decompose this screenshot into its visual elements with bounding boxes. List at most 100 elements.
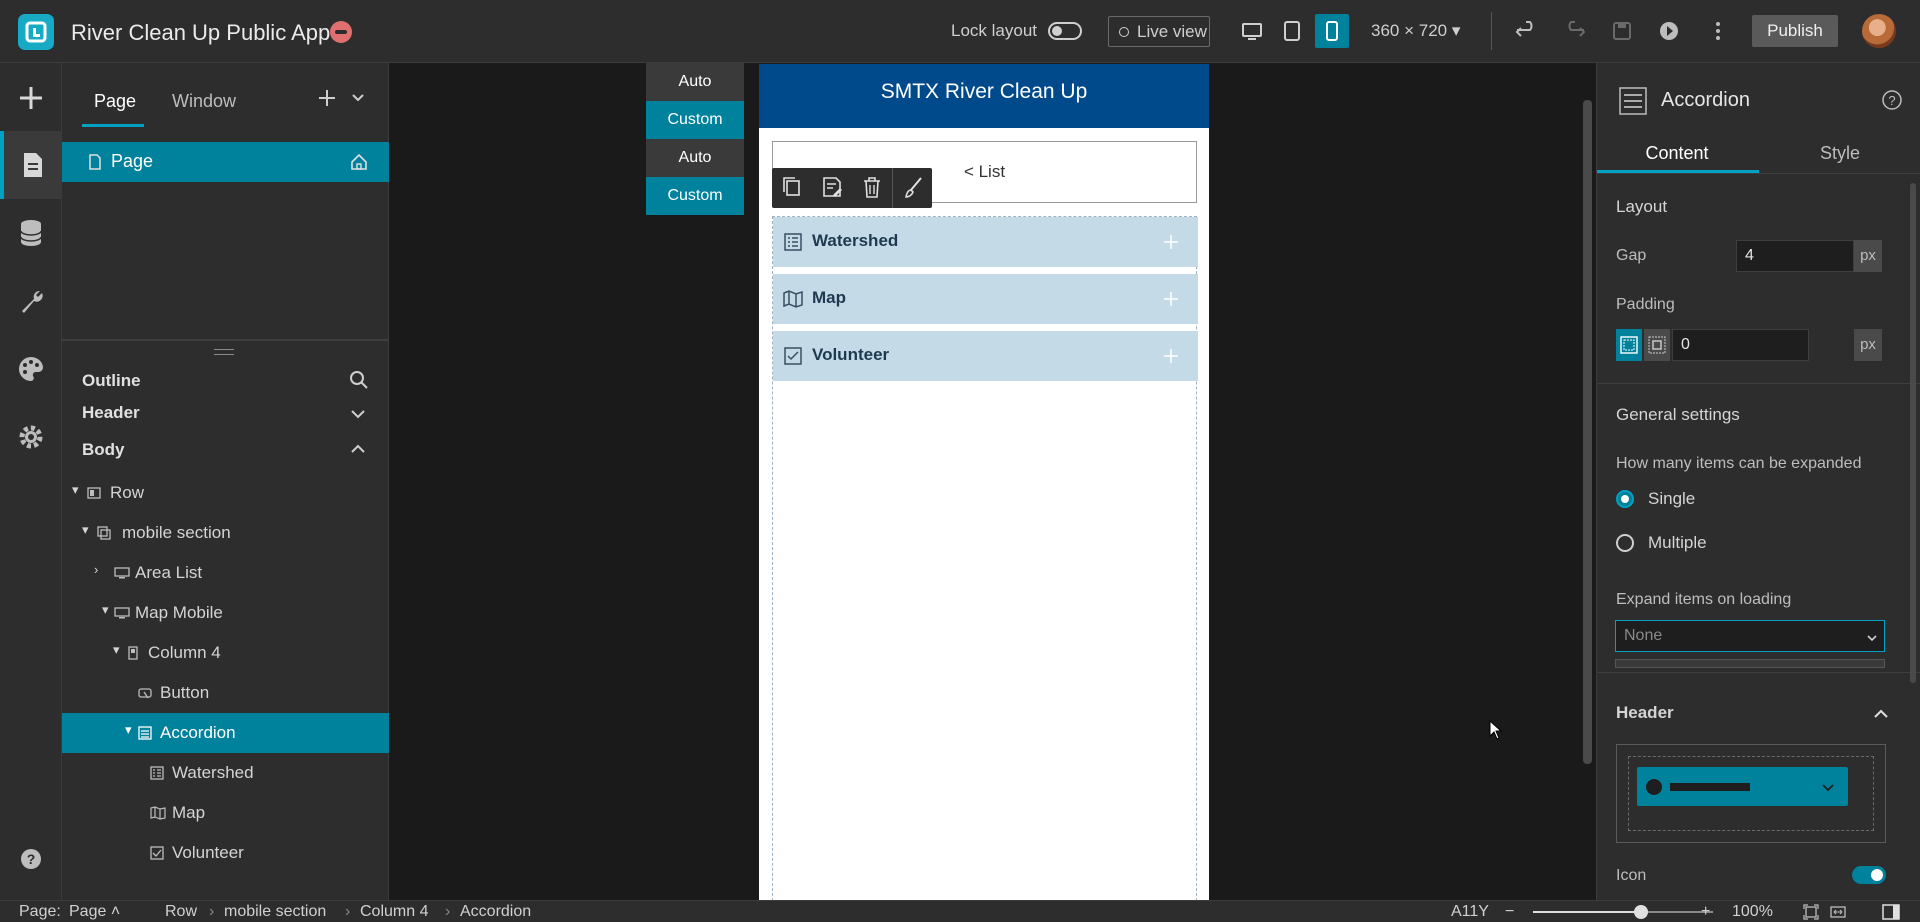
page-selector[interactable]: Page ˄ (69, 903, 120, 921)
radio-multiple[interactable] (1616, 534, 1634, 552)
desktop-view-button[interactable] (1235, 14, 1269, 48)
outline-item-volunteer[interactable]: Volunteer (62, 833, 389, 873)
duplicate-icon[interactable] (772, 168, 812, 208)
chevron-up-icon[interactable] (1872, 705, 1890, 723)
chevron-down-icon[interactable] (350, 89, 366, 105)
expand-plus-icon[interactable] (1161, 232, 1181, 252)
accordion-item-watershed[interactable]: Watershed (773, 217, 1198, 267)
zoom-slider-track[interactable] (1533, 905, 1713, 919)
help-icon[interactable]: ? (0, 825, 62, 893)
style-brush-icon[interactable] (892, 168, 932, 208)
redo-icon[interactable] (1561, 18, 1587, 44)
tab-style[interactable]: Style (1759, 143, 1920, 164)
header-style-preview[interactable] (1616, 744, 1886, 843)
zoom-slider-thumb[interactable] (1634, 905, 1648, 919)
width-custom-button[interactable]: Custom (646, 101, 744, 139)
padding-uniform-button[interactable] (1616, 329, 1642, 361)
padding-unit[interactable]: px (1854, 329, 1882, 361)
outline-item-row[interactable]: ▾ Row (62, 473, 389, 513)
insert-widget-button[interactable] (0, 64, 62, 132)
toggle-panel-icon[interactable] (1882, 904, 1900, 920)
outline-header-section[interactable]: Header (82, 403, 140, 423)
delete-trash-icon[interactable] (852, 168, 892, 208)
tablet-view-button[interactable] (1275, 14, 1309, 48)
zoom-in-icon[interactable]: + (1701, 903, 1710, 921)
tab-page[interactable]: Page (94, 91, 136, 112)
page-panel-button[interactable] (0, 131, 62, 199)
expand-on-loading-value: None (1624, 627, 1663, 644)
row-icon (87, 487, 101, 499)
preview-play-icon[interactable] (1656, 18, 1682, 44)
breadcrumb-row[interactable]: Row (165, 903, 197, 921)
settings-gear-icon[interactable] (0, 403, 62, 471)
a11y-button[interactable]: A11Y (1451, 903, 1489, 921)
chevron-down-icon[interactable] (349, 405, 367, 423)
outline-item-map[interactable]: Map (62, 793, 389, 833)
radio-single-label: Single (1648, 489, 1696, 508)
tab-content[interactable]: Content (1612, 143, 1742, 164)
tab-window[interactable]: Window (172, 91, 236, 112)
chevron-down-icon: ▾ (72, 482, 79, 497)
icon-toggle[interactable] (1852, 866, 1886, 884)
save-icon[interactable] (1609, 18, 1635, 44)
tab-divider (1597, 173, 1920, 174)
help-icon[interactable]: ? (1881, 89, 1903, 111)
outline-item-area-list[interactable]: › Area List (62, 553, 389, 593)
theme-palette-button[interactable] (0, 335, 62, 403)
outline-item-button[interactable]: Button (62, 673, 389, 713)
expand-plus-icon[interactable] (1161, 289, 1181, 309)
height-auto-button[interactable]: Auto (646, 139, 744, 177)
height-custom-button[interactable]: Custom (646, 177, 744, 215)
undo-icon[interactable] (1514, 18, 1540, 44)
accordion-widget[interactable]: Watershed Map Volunteer (772, 216, 1198, 906)
expand-on-loading-select[interactable]: None (1615, 620, 1885, 652)
search-icon[interactable] (348, 369, 370, 391)
unsaved-changes-icon[interactable] (330, 21, 352, 43)
data-panel-button[interactable] (0, 199, 62, 267)
canvas-scrollbar[interactable] (1583, 100, 1592, 764)
edit-content-icon[interactable] (812, 168, 852, 208)
outline-body-section[interactable]: Body (82, 440, 125, 460)
widgets-tool-button[interactable] (0, 267, 62, 335)
breadcrumb-mobile-section[interactable]: mobile section (224, 903, 326, 921)
publish-button[interactable]: Publish (1752, 15, 1838, 47)
padding-individual-button[interactable] (1644, 329, 1670, 361)
top-bar: River Clean Up Public App Lock layout Li… (0, 0, 1920, 63)
fit-screen-icon[interactable] (1803, 904, 1819, 920)
page-list-item[interactable]: Page (62, 142, 389, 182)
add-page-icon[interactable] (316, 87, 338, 109)
user-avatar[interactable] (1862, 14, 1896, 48)
outline-item-watershed[interactable]: Watershed (62, 753, 389, 793)
breadcrumb-accordion[interactable]: Accordion (460, 903, 531, 921)
padding-input[interactable]: 0 (1672, 329, 1809, 361)
expand-plus-icon[interactable] (1161, 346, 1181, 366)
breadcrumb-column-4[interactable]: Column 4 (360, 903, 428, 921)
resize-handle[interactable] (214, 349, 234, 355)
outline-item-mobile-section[interactable]: ▾ mobile section (62, 513, 389, 553)
general-settings-label: General settings (1616, 405, 1740, 424)
live-view-button[interactable]: Live view (1108, 16, 1210, 47)
zoom-out-icon[interactable]: − (1505, 903, 1514, 921)
chevron-up-icon[interactable] (349, 440, 367, 458)
icon-setting-label: Icon (1616, 867, 1647, 884)
toolbar-divider (1491, 12, 1492, 50)
mobile-view-button[interactable] (1315, 14, 1349, 48)
more-options-icon[interactable] (1705, 18, 1731, 44)
gap-input[interactable]: 4 (1736, 240, 1854, 272)
zoom-level: 100% (1732, 903, 1773, 920)
width-auto-button[interactable]: Auto (646, 63, 744, 101)
lock-layout-toggle[interactable] (1048, 22, 1082, 40)
page-panel: Page Window Page Outline Header Body ▾ R… (62, 63, 389, 900)
outline-item-accordion[interactable]: ▾ Accordion (62, 713, 389, 753)
gap-unit[interactable]: px (1854, 240, 1882, 272)
app-logo-icon[interactable] (18, 14, 54, 50)
outline-item-column-4[interactable]: ▾ Column 4 (62, 633, 389, 673)
device-size-dropdown[interactable]: 360 × 720 ▾ (1371, 21, 1460, 41)
radio-single[interactable] (1616, 490, 1634, 508)
accordion-item-volunteer[interactable]: Volunteer (773, 331, 1198, 381)
panel-scrollbar[interactable] (1910, 183, 1916, 683)
fit-width-icon[interactable] (1830, 904, 1846, 920)
accordion-item-map[interactable]: Map (773, 274, 1198, 324)
outline-item-map-mobile[interactable]: ▾ Map Mobile (62, 593, 389, 633)
widget-floating-toolbar (772, 168, 932, 208)
